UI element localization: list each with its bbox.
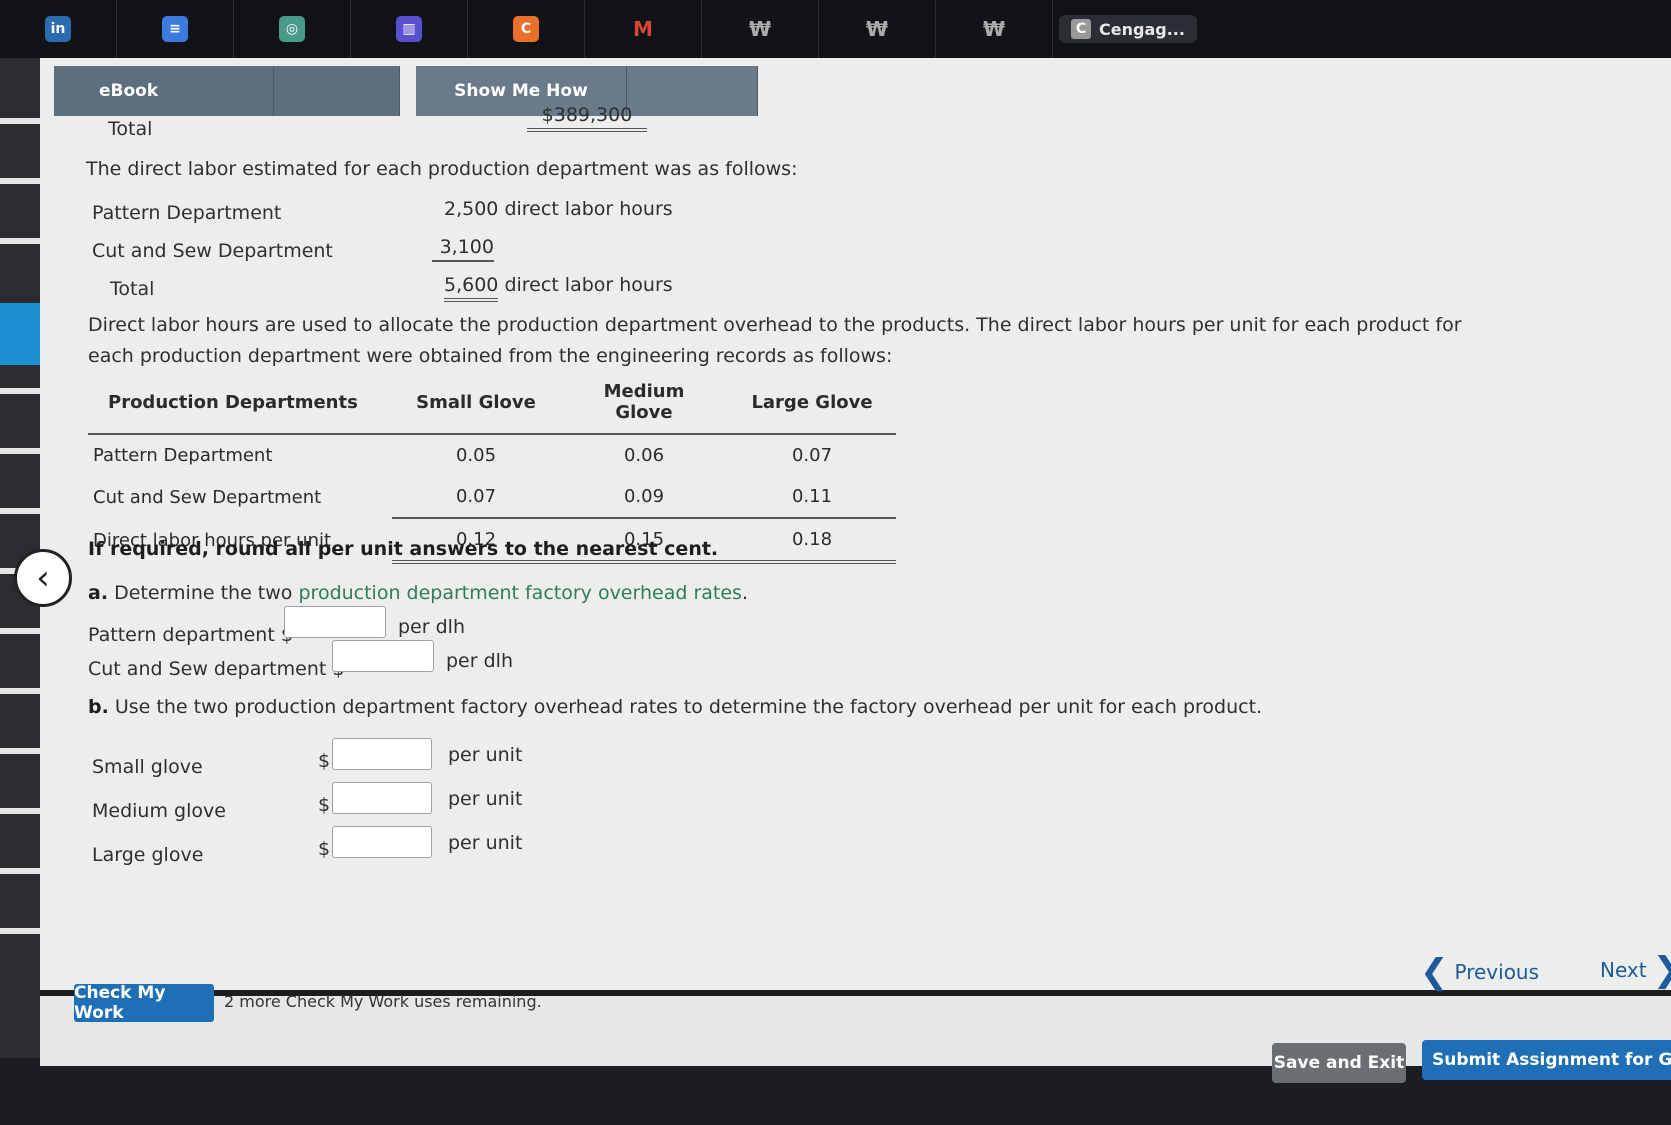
submit-assignment-button[interactable]: Submit Assignment for Gra [1422,1040,1671,1080]
browser-tab-audio[interactable]: ▥ [351,0,468,58]
part-b-small-unit: per unit [448,744,523,766]
check-my-work-button[interactable]: Check My Work [74,983,214,1023]
part-b-small-currency: $ [318,750,331,772]
small-glove-overhead-input[interactable] [332,738,432,770]
labor-total-label: Total [110,278,155,300]
university-icon: ₩ [748,17,772,41]
rounding-note: If required, round all per unit answers … [88,538,719,560]
chevron-left-icon: ‹ [36,558,50,598]
docs-icon: ≡ [162,16,188,42]
active-tab-label: Cengag... [1099,19,1185,39]
pattern-rate-input[interactable] [284,606,386,638]
part-b-medium-label: Medium glove [92,800,226,822]
part-a-pattern-label: Pattern department $ [88,624,293,646]
table-header: Small Glove [392,373,560,435]
cengage-orange-icon: C [513,16,539,42]
gmail-icon: M [633,17,653,41]
assignment-page: eBook Show Me How Total $389,300 The dir… [40,58,1671,1058]
labor-total: 5,600 direct labor hours [444,274,673,302]
browser-tab-linkedin[interactable]: in [0,0,117,58]
part-b-prompt: b. Use the two production department fac… [88,696,1263,718]
overhead-rates-link[interactable]: production department factory overhead r… [298,582,741,604]
labor-intro: The direct labor estimated for each prod… [86,158,798,180]
part-b-medium-currency: $ [318,794,331,816]
part-b-medium-unit: per unit [448,788,523,810]
table-header: Production Departments [88,373,392,435]
resource-tabs: eBook Show Me How [54,66,758,118]
back-button[interactable]: ‹ [14,549,72,607]
part-b-large-unit: per unit [448,832,523,854]
allocation-text: Direct labor hours are used to allocate … [88,314,1462,367]
part-a-cutsew-unit: per dlh [446,650,513,672]
previous-button[interactable]: ❮ Previous [1420,952,1539,992]
cengage-icon: C [1071,19,1091,39]
part-b-large-currency: $ [318,838,331,860]
audio-icon: ▥ [396,16,422,42]
part-b-small-label: Small glove [92,756,203,778]
tab-blank [274,66,400,116]
large-glove-overhead-input[interactable] [332,826,432,858]
chevron-right-icon: ❯ [1653,950,1671,990]
browser-tab-cengage-active[interactable]: C Cengag... [1059,15,1197,43]
university-icon: ₩ [982,17,1006,41]
chevron-left-icon: ❮ [1420,952,1449,992]
table-row: Cut and Sew Department 0.07 0.09 0.11 [88,476,896,519]
university-icon: ₩ [865,17,889,41]
save-and-exit-button[interactable]: Save and Exit [1272,1043,1406,1083]
linkedin-icon: in [45,16,71,42]
overhead-total-label: Total [108,118,153,140]
labor-row-pattern-value: 2,500 direct labor hours [444,198,673,220]
labor-row-cutsew-label: Cut and Sew Department [92,240,333,262]
table-row: Pattern Department 0.05 0.06 0.07 [93,445,833,466]
browser-tab-university-2[interactable]: ₩ [819,0,936,58]
chatgpt-icon: ◎ [279,16,305,42]
part-a-cutsew-label: Cut and Sew department $ [88,658,345,680]
check-my-work-note: 2 more Check My Work uses remaining. [224,992,542,1011]
browser-tab-docs[interactable]: ≡ [117,0,234,58]
browser-tab-university-1[interactable]: ₩ [702,0,819,58]
browser-tab-gmail[interactable]: M [585,0,702,58]
labor-row-pattern-label: Pattern Department [92,202,282,224]
browser-tab-cengage-orange[interactable]: C [468,0,585,58]
browser-tab-bar: in ≡ ◎ ▥ C M ₩ ₩ ₩ C Cengag... [0,0,1671,58]
part-b-large-label: Large glove [92,844,204,866]
direct-labor-hours-table: Production Departments Small Glove Mediu… [88,373,896,564]
tab-ebook[interactable]: eBook [54,66,274,116]
next-button[interactable]: Next ❯ [1600,950,1671,990]
cutsew-rate-input[interactable] [332,640,434,672]
labor-row-cutsew-value: 3,100 [432,236,494,262]
table-header: Large Glove [728,373,896,435]
browser-tab-university-3[interactable]: ₩ [936,0,1053,58]
table-header: Medium Glove [560,373,728,435]
part-a-prompt: a. Determine the two production departme… [88,582,748,604]
overhead-total-value: $389,300 [527,104,647,132]
browser-tab-chatgpt[interactable]: ◎ [234,0,351,58]
medium-glove-overhead-input[interactable] [332,782,432,814]
part-a-pattern-unit: per dlh [398,616,465,638]
